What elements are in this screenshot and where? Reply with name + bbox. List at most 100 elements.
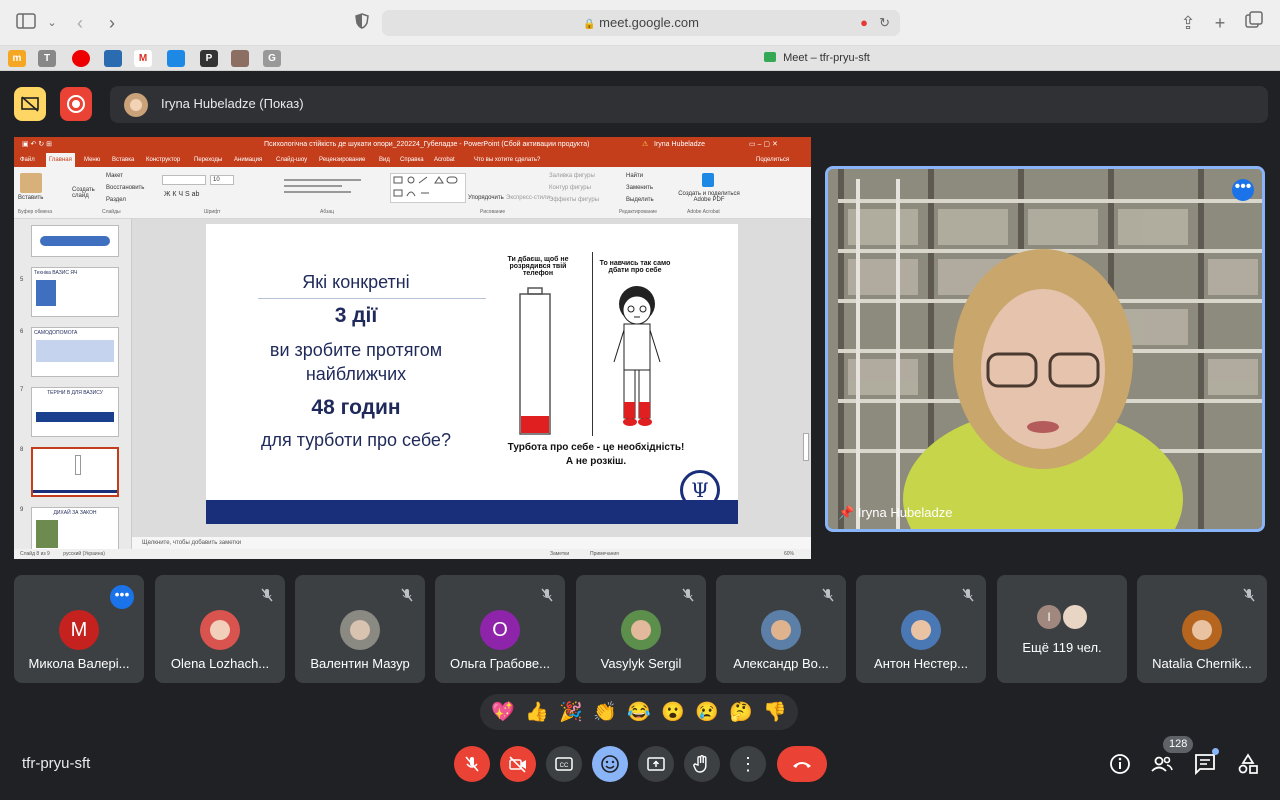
new-slide-button[interactable]: Создать слайд	[72, 187, 102, 199]
ppt-tab-file[interactable]: Файл	[20, 153, 35, 167]
arrange-button[interactable]: Упорядочить	[468, 195, 504, 201]
slide-thumbnail[interactable]: ТЕРІНИ В ДЛЯ ВАЗИСУ	[31, 387, 119, 437]
mic-recording-icon[interactable]: ●	[860, 10, 868, 36]
section-button[interactable]: Раздел	[106, 197, 126, 203]
ppt-tab-insert[interactable]: Вставка	[112, 153, 134, 167]
replace-button[interactable]: Заменить	[626, 185, 653, 191]
window-controls-icon[interactable]: ▭ – ▢ ✕	[749, 137, 778, 153]
camera-off-button[interactable]	[500, 746, 536, 782]
participant-tile[interactable]: Natalia Chernik...	[1137, 575, 1267, 683]
shape-fill-button[interactable]: Заливка фигуры	[549, 173, 595, 179]
ppt-tab-transitions[interactable]: Переходы	[194, 153, 222, 167]
favicon-tab-7[interactable]: P	[200, 50, 218, 67]
forward-icon[interactable]: ›	[100, 11, 124, 35]
sidebar-icon[interactable]	[14, 11, 38, 35]
ppt-tab-review[interactable]: Рецензирование	[319, 153, 365, 167]
font-family-select[interactable]	[162, 175, 206, 185]
paste-icon[interactable]	[20, 173, 42, 193]
favicon-tab-2[interactable]: T	[38, 50, 56, 67]
info-icon[interactable]	[1108, 752, 1132, 776]
favicon-tab-4[interactable]	[104, 50, 122, 67]
speaker-video-tile[interactable]: ••• 📌 Iryna Hubeladze	[825, 166, 1265, 532]
emoji-button[interactable]	[592, 746, 628, 782]
chat-icon[interactable]	[1193, 748, 1219, 776]
quick-styles-button[interactable]: Экспресс-стили	[506, 195, 550, 201]
ppt-tab-home[interactable]: Главная	[46, 153, 75, 167]
favicon-tab-6[interactable]	[167, 50, 185, 67]
restore-button[interactable]: Восстановить	[106, 185, 144, 191]
raise-hand-button[interactable]	[684, 746, 720, 782]
gmail-icon[interactable]: M	[134, 50, 152, 67]
reaction-thumbs-down[interactable]: 👎	[763, 700, 787, 724]
select-button[interactable]: Выделить	[626, 197, 654, 203]
favicon-tab-1[interactable]: m	[8, 50, 26, 67]
ppt-tab-slideshow[interactable]: Слайд-шоу	[276, 153, 307, 167]
reload-icon[interactable]: ↻	[879, 10, 890, 36]
more-options-icon[interactable]: ⋮	[730, 746, 766, 782]
ppt-tab-animation[interactable]: Анимация	[234, 153, 262, 167]
ppt-tab-menu[interactable]: Меню	[84, 153, 100, 167]
privacy-shield-icon[interactable]	[350, 11, 374, 35]
slide-thumbnail[interactable]: САМОДОПОМОГА	[31, 327, 119, 377]
notes-pane[interactable]: Щелкните, чтобы добавить заметки	[132, 537, 811, 549]
slide-thumbnail[interactable]	[31, 225, 119, 257]
leave-call-button[interactable]	[777, 746, 827, 782]
slide-thumbnail[interactable]: Техніка ВАЗИС ЯЧ	[31, 267, 119, 317]
pin-icon[interactable]: 📌	[838, 505, 854, 520]
active-tab[interactable]: Meet – tfr-pryu-sft	[764, 52, 870, 64]
ppt-tell-me[interactable]: Что вы хотите сделать?	[474, 153, 540, 167]
share-icon[interactable]: ⇪	[1176, 11, 1200, 35]
adobe-pdf-icon[interactable]	[702, 173, 714, 187]
paragraph-controls[interactable]	[284, 175, 380, 203]
participant-tile[interactable]: О Ольга Грабове...	[435, 575, 565, 683]
shape-effects-button[interactable]: Эффекты фигуры	[549, 197, 599, 203]
reaction-thinking[interactable]: 🤔	[729, 700, 753, 724]
mic-off-button[interactable]	[454, 746, 490, 782]
activities-icon[interactable]	[1236, 752, 1260, 776]
tab-overview-icon[interactable]	[1242, 11, 1266, 35]
ppt-share-button[interactable]: Поделиться	[756, 153, 789, 167]
notes-toggle[interactable]: Заметки	[550, 549, 569, 559]
ppt-tab-help[interactable]: Справка	[400, 153, 424, 167]
slide-thumbnail-current[interactable]	[31, 447, 119, 497]
address-bar[interactable]: 🔒 meet.google.com ● ↻	[382, 10, 900, 36]
reaction-heart[interactable]: 💖	[491, 700, 515, 724]
adobe-pdf-button[interactable]: Создать и поделиться Adobe PDF	[674, 191, 744, 203]
participant-tile[interactable]: ••• М Микола Валері...	[14, 575, 144, 683]
favicon-tab-9[interactable]: G	[263, 50, 281, 67]
presentation-off-icon[interactable]	[14, 87, 46, 121]
more-options-icon[interactable]: •••	[110, 585, 134, 609]
reaction-party[interactable]: 🎉	[559, 700, 583, 724]
recording-icon[interactable]	[60, 87, 92, 121]
zoom-level[interactable]: 60%	[784, 549, 794, 559]
new-tab-icon[interactable]: +	[1208, 11, 1232, 35]
more-options-icon[interactable]: •••	[1232, 179, 1254, 201]
participant-tile[interactable]: Антон Нестер...	[856, 575, 986, 683]
font-style-buttons[interactable]: Ж К Ч S ab	[164, 191, 199, 198]
favicon-tab-3[interactable]	[72, 50, 90, 67]
participant-tile[interactable]: Olena Lozhach...	[155, 575, 285, 683]
present-button[interactable]	[638, 746, 674, 782]
ppt-tab-design[interactable]: Конструктор	[146, 153, 180, 167]
back-icon[interactable]: ‹	[68, 11, 92, 35]
font-size-select[interactable]: 10	[210, 175, 234, 185]
ppt-quick-access-icons[interactable]: ▣ ↶ ↻ ⊞	[22, 137, 52, 153]
ppt-tab-view[interactable]: Вид	[379, 153, 390, 167]
comments-toggle[interactable]: Примечания	[590, 549, 619, 559]
people-icon[interactable]	[1150, 752, 1174, 776]
reaction-thumbs-up[interactable]: 👍	[525, 700, 549, 724]
captions-button[interactable]: CC	[546, 746, 582, 782]
reaction-clap[interactable]: 👏	[593, 700, 617, 724]
chevron-down-icon[interactable]: ⌄	[40, 11, 64, 35]
participant-tile[interactable]: Vasylyk Sergil	[576, 575, 706, 683]
participant-tile[interactable]: Александр Во...	[716, 575, 846, 683]
reaction-sad[interactable]: 😢	[695, 700, 719, 724]
favicon-tab-8[interactable]	[231, 50, 249, 67]
paste-button[interactable]: Вставить	[18, 195, 43, 201]
shapes-gallery[interactable]	[390, 173, 466, 203]
find-button[interactable]: Найти	[626, 173, 643, 179]
scrollbar-thumb[interactable]	[803, 433, 809, 461]
shape-outline-button[interactable]: Контур фигуры	[549, 185, 591, 191]
more-participants-tile[interactable]: I Ещё 119 чел.	[997, 575, 1127, 683]
reaction-surprised[interactable]: 😮	[661, 700, 685, 724]
